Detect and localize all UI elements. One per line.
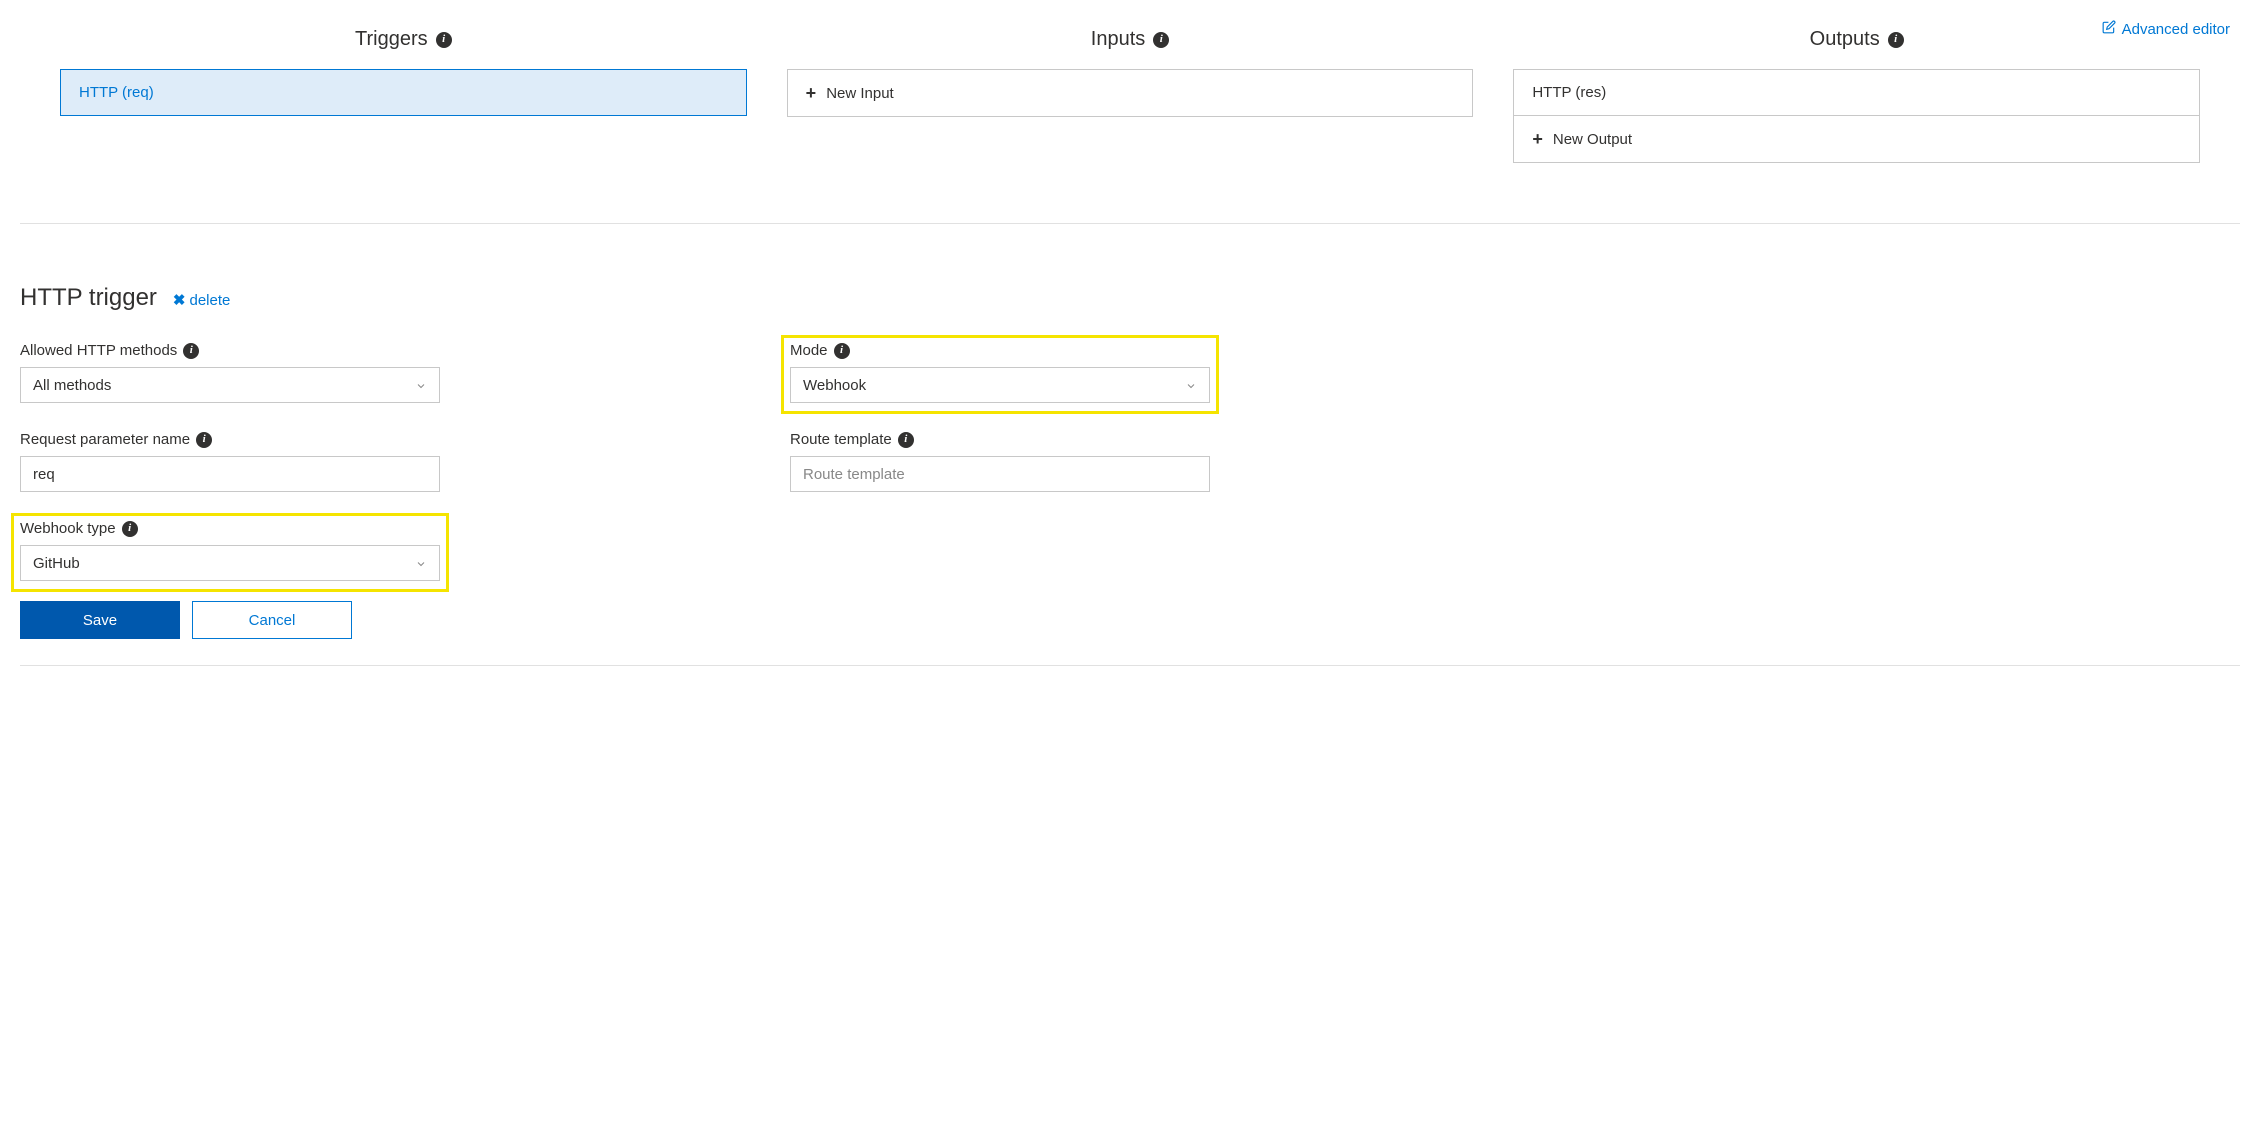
trigger-form: Allowed HTTP methods All methods Mode We…: [20, 342, 2240, 581]
close-icon: ✖: [173, 291, 186, 309]
inputs-column: Inputs + New Input: [787, 28, 1474, 163]
detail-title: HTTP trigger: [20, 284, 157, 312]
trigger-item-http-req[interactable]: HTTP (req): [60, 69, 747, 116]
webhook-type-field: Webhook type GitHub: [20, 520, 440, 581]
plus-icon: +: [806, 84, 817, 102]
allowed-methods-field: Allowed HTTP methods All methods: [20, 342, 440, 403]
info-icon[interactable]: [122, 521, 138, 537]
info-icon[interactable]: [436, 32, 452, 48]
bottom-divider: [20, 665, 2240, 666]
section-divider: [20, 223, 2240, 224]
route-template-field: Route template: [790, 431, 1210, 492]
info-icon[interactable]: [196, 432, 212, 448]
save-button-label: Save: [83, 612, 117, 629]
outputs-column: Outputs HTTP (res) + New Output: [1513, 28, 2200, 163]
delete-trigger-link[interactable]: ✖ delete: [173, 291, 230, 309]
info-icon[interactable]: [1153, 32, 1169, 48]
info-icon[interactable]: [834, 343, 850, 359]
request-param-input[interactable]: [20, 456, 440, 492]
output-item-label: HTTP (res): [1532, 84, 1606, 101]
request-param-field: Request parameter name: [20, 431, 440, 492]
new-input-label: New Input: [826, 85, 894, 102]
mode-field: Mode Webhook: [790, 342, 1210, 403]
webhook-type-value: GitHub: [33, 555, 80, 572]
allowed-methods-label: Allowed HTTP methods: [20, 342, 177, 359]
new-output-label: New Output: [1553, 131, 1632, 148]
plus-icon: +: [1532, 130, 1543, 148]
outputs-header: Outputs: [1810, 28, 1904, 51]
webhook-type-label: Webhook type: [20, 520, 116, 537]
allowed-methods-select[interactable]: All methods: [20, 367, 440, 403]
chevron-down-icon: [415, 379, 427, 391]
route-template-input[interactable]: [790, 456, 1210, 492]
new-output-button[interactable]: + New Output: [1513, 116, 2200, 163]
mode-highlight: Mode Webhook: [781, 335, 1219, 414]
triggers-header-label: Triggers: [355, 28, 428, 51]
inputs-header: Inputs: [1091, 28, 1169, 51]
delete-label: delete: [190, 292, 231, 309]
info-icon[interactable]: [898, 432, 914, 448]
mode-select[interactable]: Webhook: [790, 367, 1210, 403]
request-param-label: Request parameter name: [20, 431, 190, 448]
output-item-http-res[interactable]: HTTP (res): [1513, 69, 2200, 116]
cancel-button[interactable]: Cancel: [192, 601, 352, 639]
save-button[interactable]: Save: [20, 601, 180, 639]
chevron-down-icon: [1185, 379, 1197, 391]
triggers-header: Triggers: [355, 28, 452, 51]
triggers-column: Triggers HTTP (req): [60, 28, 747, 163]
route-template-label: Route template: [790, 431, 892, 448]
webhook-type-select[interactable]: GitHub: [20, 545, 440, 581]
bindings-columns: Triggers HTTP (req) Inputs + New Input O…: [20, 28, 2240, 163]
cancel-button-label: Cancel: [249, 612, 296, 629]
inputs-header-label: Inputs: [1091, 28, 1145, 51]
chevron-down-icon: [415, 557, 427, 569]
outputs-header-label: Outputs: [1810, 28, 1880, 51]
mode-value: Webhook: [803, 377, 866, 394]
allowed-methods-value: All methods: [33, 377, 111, 394]
info-icon[interactable]: [183, 343, 199, 359]
webhook-type-highlight: Webhook type GitHub: [11, 513, 449, 592]
new-input-button[interactable]: + New Input: [787, 69, 1474, 117]
trigger-item-label: HTTP (req): [79, 84, 154, 101]
mode-label: Mode: [790, 342, 828, 359]
info-icon[interactable]: [1888, 32, 1904, 48]
